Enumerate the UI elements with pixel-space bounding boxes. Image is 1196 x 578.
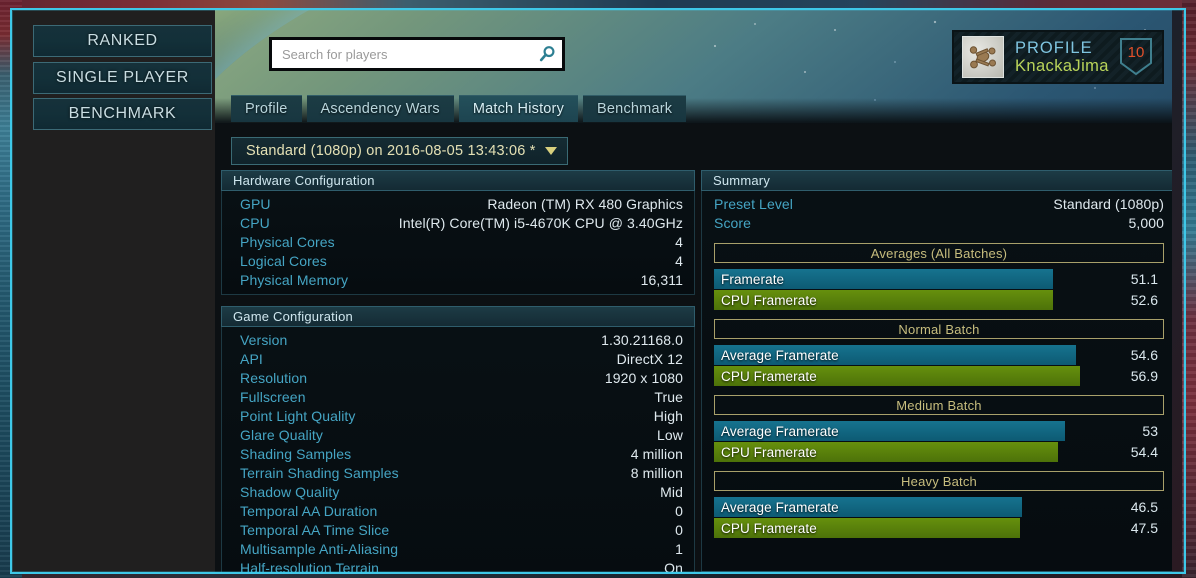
window-frame-border [10, 8, 1186, 574]
app-root: RANKED SINGLE PLAYER BENCHMARK Search fo… [0, 0, 1196, 578]
